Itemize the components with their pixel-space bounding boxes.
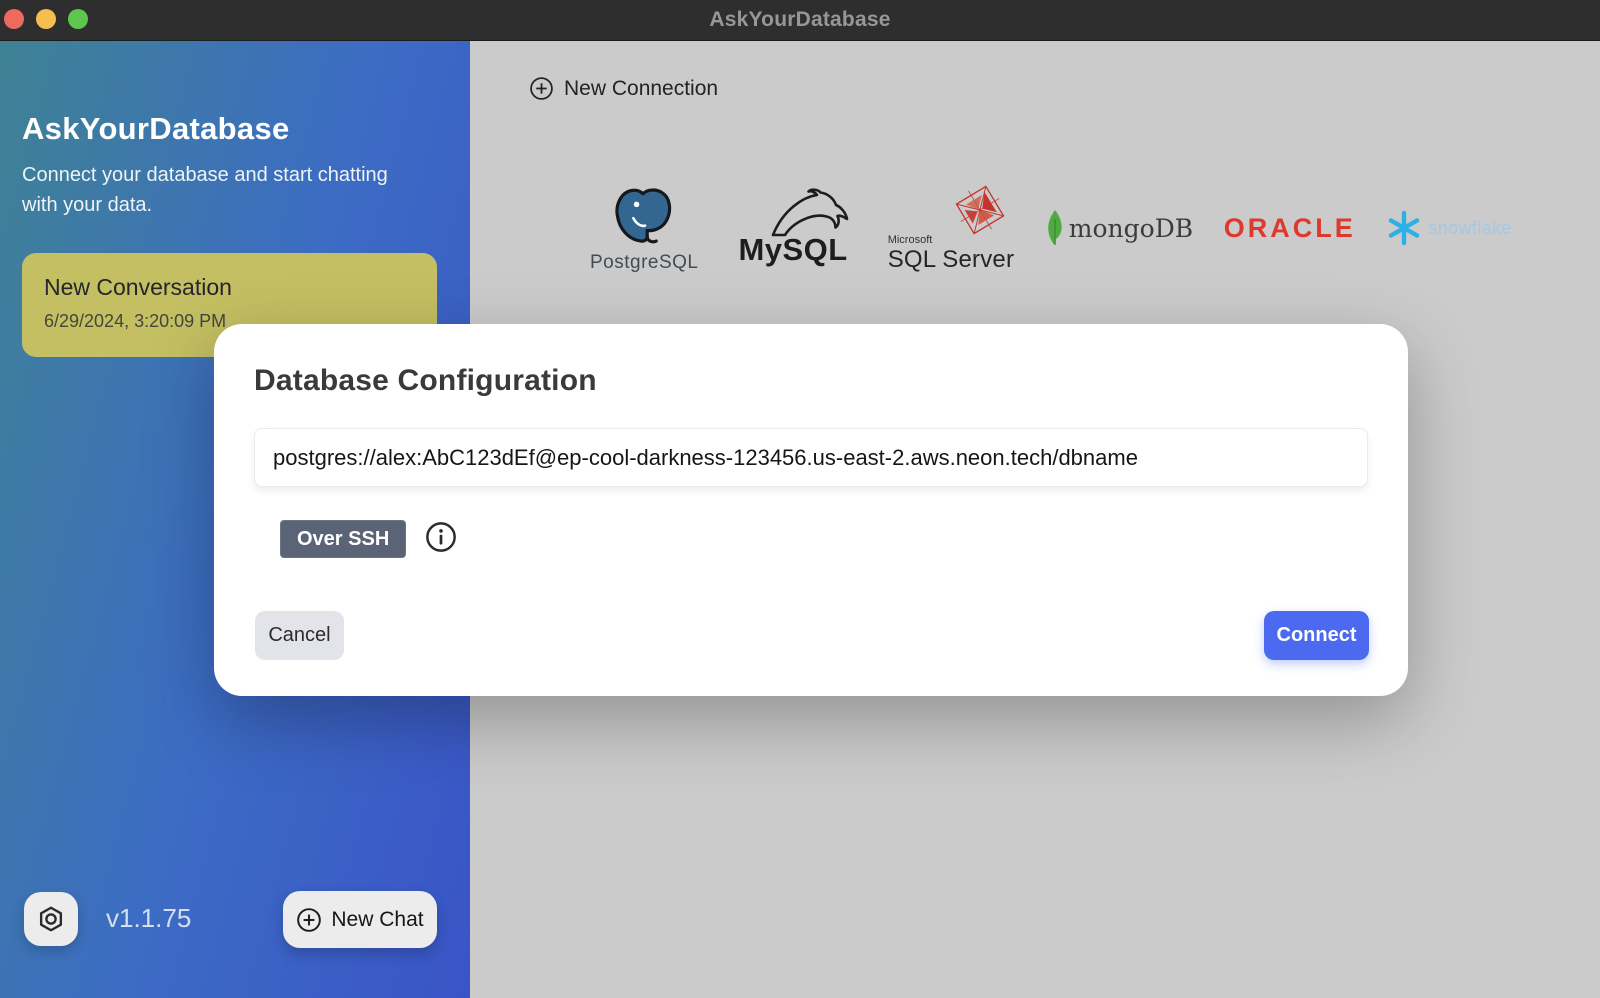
database-logos-row: PostgreSQL MySQL: [590, 173, 1512, 283]
oracle-label: ORACLE: [1224, 213, 1356, 244]
mysql-dolphin-icon: [765, 188, 857, 238]
database-option-sqlserver[interactable]: Microsoft SQL Server: [888, 182, 1015, 274]
settings-button[interactable]: [24, 892, 78, 946]
connect-label: Connect: [1277, 624, 1357, 646]
window-title: AskYourDatabase: [709, 8, 890, 32]
over-ssh-label: Over SSH: [297, 528, 389, 551]
new-chat-label: New Chat: [331, 908, 423, 932]
conversation-title: New Conversation: [44, 274, 415, 301]
cancel-label: Cancel: [268, 624, 330, 646]
snowflake-icon: [1386, 210, 1422, 246]
postgresql-label: PostgreSQL: [590, 252, 699, 274]
new-chat-button[interactable]: New Chat: [283, 891, 437, 948]
traffic-lights: [4, 9, 88, 29]
database-option-oracle[interactable]: ORACLE: [1224, 213, 1356, 244]
over-ssh-toggle[interactable]: Over SSH: [280, 520, 406, 558]
sqlserver-icon: [952, 182, 1008, 238]
plus-circle-icon: [296, 907, 322, 933]
new-connection-button[interactable]: New Connection: [529, 76, 718, 101]
cancel-button[interactable]: Cancel: [255, 611, 344, 660]
new-connection-label: New Connection: [564, 77, 718, 101]
app-title: AskYourDatabase: [22, 111, 290, 147]
postgresql-elephant-icon: [610, 182, 678, 248]
app-subtitle: Connect your database and start chatting…: [22, 160, 422, 220]
gear-icon: [36, 904, 66, 934]
sqlserver-label: SQL Server: [888, 246, 1015, 274]
database-option-mysql[interactable]: MySQL: [729, 188, 857, 268]
plus-circle-icon: [529, 76, 554, 101]
ssh-info-button[interactable]: [424, 520, 458, 554]
mongodb-leaf-icon: [1045, 209, 1065, 247]
database-configuration-dialog: Database Configuration Over SSH Cancel C…: [214, 324, 1408, 696]
titlebar: AskYourDatabase: [0, 0, 1600, 41]
version-label: v1.1.75: [106, 903, 191, 934]
connection-string-input[interactable]: [254, 428, 1368, 487]
info-icon: [425, 521, 457, 553]
mysql-label: MySQL: [738, 232, 847, 268]
database-option-postgresql[interactable]: PostgreSQL: [590, 182, 699, 274]
sqlserver-brand-label: Microsoft: [888, 234, 933, 246]
zoom-window-button[interactable]: [68, 9, 88, 29]
close-window-button[interactable]: [4, 9, 24, 29]
database-option-mongodb[interactable]: mongoDB: [1045, 209, 1193, 247]
mongodb-label: mongoDB: [1069, 214, 1193, 243]
snowflake-label: snowflake: [1428, 218, 1512, 239]
dialog-title: Database Configuration: [254, 364, 597, 398]
connect-button[interactable]: Connect: [1264, 611, 1369, 660]
database-option-snowflake[interactable]: snowflake: [1386, 210, 1512, 246]
minimize-window-button[interactable]: [36, 9, 56, 29]
